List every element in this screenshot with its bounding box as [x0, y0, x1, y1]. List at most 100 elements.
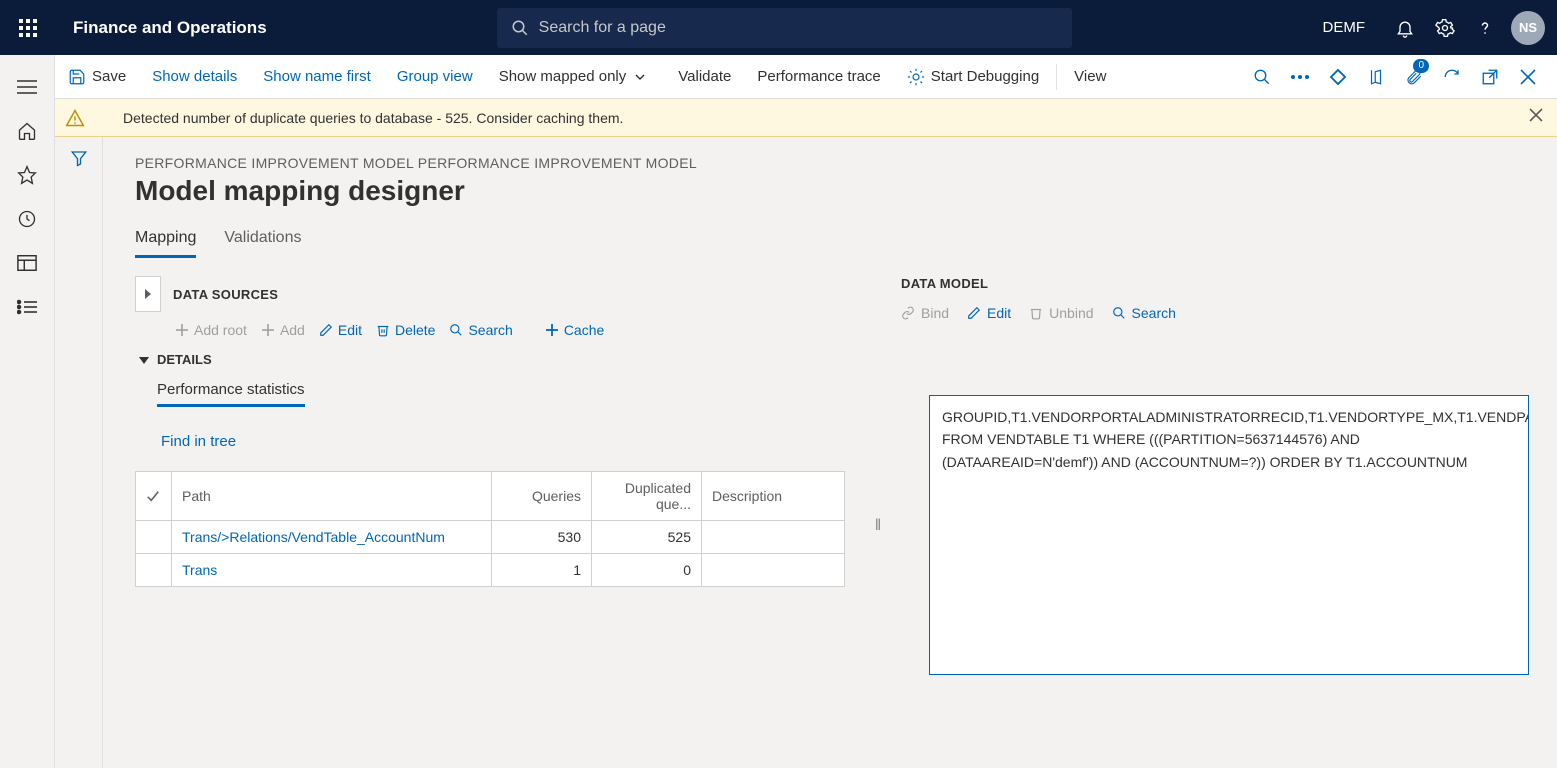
datamodel-title: DATA MODEL — [901, 276, 1533, 291]
close-icon — [1520, 69, 1536, 85]
warning-close-button[interactable] — [1529, 108, 1543, 122]
cell-desc — [702, 521, 845, 554]
settings-button[interactable] — [1425, 0, 1465, 55]
page-title: Model mapping designer — [135, 175, 1533, 207]
details-header[interactable]: DETAILS — [139, 352, 855, 367]
close-button[interactable] — [1509, 55, 1547, 99]
datasources-toolbar: Add root Add Edit Delete — [175, 322, 855, 338]
filter-strip — [55, 137, 103, 768]
warning-text: Detected number of duplicate queries to … — [123, 110, 623, 126]
query-textarea[interactable]: GROUPID,T1.VENDORPORTALADMINISTRATORRECI… — [929, 395, 1529, 675]
perf-stats-tab[interactable]: Performance statistics — [157, 381, 305, 407]
debug-icon — [907, 68, 925, 86]
triangle-down-icon — [139, 355, 149, 365]
trash-icon — [376, 323, 390, 337]
overflow-button[interactable] — [1281, 55, 1319, 99]
favorites-button[interactable] — [0, 153, 55, 197]
view-button[interactable]: View — [1061, 55, 1119, 99]
find-in-tree-link[interactable]: Find in tree — [161, 433, 236, 450]
cell-queries: 530 — [492, 521, 592, 554]
search-icon — [1253, 68, 1271, 86]
table-row[interactable]: Trans 1 0 — [136, 554, 845, 587]
performance-trace-button[interactable]: Performance trace — [744, 55, 893, 99]
app-launcher-button[interactable] — [0, 0, 55, 55]
search-icon — [1112, 306, 1126, 320]
cache-button[interactable]: Cache — [545, 322, 604, 338]
warning-banner: Detected number of duplicate queries to … — [55, 99, 1557, 137]
validate-button[interactable]: Validate — [665, 55, 744, 99]
cmd-search-button[interactable] — [1243, 55, 1281, 99]
home-icon — [17, 121, 37, 141]
splitter-handle[interactable]: ‖ — [875, 276, 881, 768]
start-debugging-button[interactable]: Start Debugging — [894, 55, 1052, 99]
dm-edit-button[interactable]: Edit — [967, 305, 1011, 321]
notifications-button[interactable] — [1385, 0, 1425, 55]
link-icon — [901, 306, 915, 320]
show-mapped-only-dropdown[interactable]: Show mapped only — [486, 55, 666, 99]
col-dup[interactable]: Duplicated que... — [592, 472, 702, 521]
ds-search-button[interactable]: Search — [449, 322, 512, 338]
unbind-button[interactable]: Unbind — [1029, 305, 1093, 321]
star-icon — [17, 165, 37, 185]
col-path[interactable]: Path — [172, 472, 492, 521]
col-desc[interactable]: Description — [702, 472, 845, 521]
waffle-icon — [19, 19, 37, 37]
table-row[interactable]: Trans/>Relations/VendTable_AccountNum 53… — [136, 521, 845, 554]
help-button[interactable] — [1465, 0, 1505, 55]
pencil-icon — [319, 323, 333, 337]
help-icon — [1475, 18, 1495, 38]
refresh-icon — [1443, 68, 1461, 86]
edit-button[interactable]: Edit — [319, 322, 362, 338]
chevron-right-icon — [143, 289, 153, 299]
top-header: Finance and Operations Search for a page… — [0, 0, 1557, 55]
left-rail — [0, 55, 55, 768]
user-avatar[interactable]: NS — [1511, 11, 1545, 45]
hamburger-icon — [17, 78, 37, 96]
filter-button[interactable] — [70, 149, 88, 768]
search-icon — [449, 323, 463, 337]
add-root-button[interactable]: Add root — [175, 322, 247, 338]
show-details-button[interactable]: Show details — [139, 55, 250, 99]
nav-diamond-button[interactable] — [1319, 55, 1357, 99]
dm-search-button[interactable]: Search — [1112, 305, 1176, 321]
plus-icon — [175, 323, 189, 337]
cell-dup: 0 — [592, 554, 702, 587]
diamond-icon — [1329, 68, 1347, 86]
chevron-down-icon — [634, 71, 646, 83]
group-view-button[interactable]: Group view — [384, 55, 486, 99]
col-queries[interactable]: Queries — [492, 472, 592, 521]
global-search[interactable]: Search for a page — [497, 8, 1072, 48]
bind-button[interactable]: Bind — [901, 305, 949, 321]
hamburger-button[interactable] — [0, 65, 55, 109]
add-button[interactable]: Add — [261, 322, 305, 338]
office-button[interactable] — [1357, 55, 1395, 99]
search-placeholder: Search for a page — [539, 19, 666, 37]
company-code[interactable]: DEMF — [1323, 19, 1366, 36]
datasources-title: DATA SOURCES — [173, 287, 278, 302]
warning-icon — [65, 108, 85, 128]
save-label: Save — [92, 68, 126, 85]
workspaces-button[interactable] — [0, 241, 55, 285]
delete-button[interactable]: Delete — [376, 322, 435, 338]
popout-button[interactable] — [1471, 55, 1509, 99]
breadcrumb: PERFORMANCE IMPROVEMENT MODEL PERFORMANC… — [135, 155, 1533, 171]
search-icon — [511, 19, 529, 37]
recent-button[interactable] — [0, 197, 55, 241]
refresh-button[interactable] — [1433, 55, 1471, 99]
save-button[interactable]: Save — [55, 55, 139, 99]
datasources-pane: DATA SOURCES Add root Add Edit — [135, 276, 855, 768]
page-tabs: Mapping Validations — [135, 229, 1533, 258]
show-name-first-button[interactable]: Show name first — [250, 55, 384, 99]
home-button[interactable] — [0, 109, 55, 153]
attachments-button[interactable]: 0 — [1395, 55, 1433, 99]
path-link[interactable]: Trans/>Relations/VendTable_AccountNum — [182, 529, 445, 545]
path-link[interactable]: Trans — [182, 562, 217, 578]
grid-select-all[interactable] — [136, 472, 172, 521]
tab-validations[interactable]: Validations — [224, 229, 301, 258]
tab-mapping[interactable]: Mapping — [135, 229, 196, 258]
save-icon — [68, 68, 86, 86]
performance-grid: Path Queries Duplicated que... Descripti… — [135, 471, 845, 587]
datasources-collapse-button[interactable] — [135, 276, 161, 312]
office-icon — [1367, 68, 1385, 86]
modules-button[interactable] — [0, 285, 55, 329]
